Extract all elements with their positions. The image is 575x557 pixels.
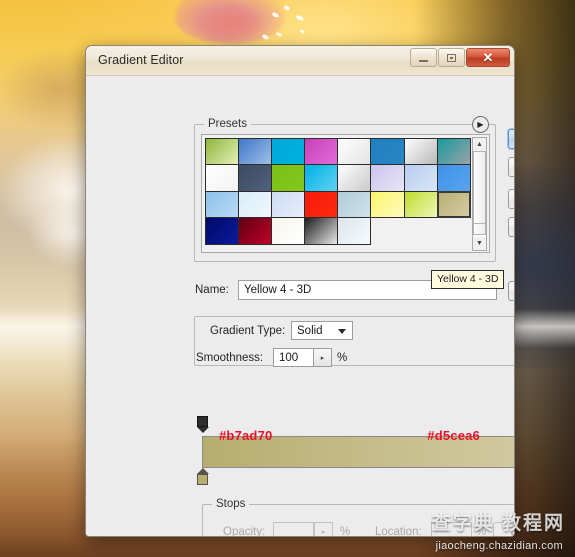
dialog-body: Presets ▶ ▲ ▼ Yellow 4 - 3D Name: Yellow… bbox=[86, 76, 514, 537]
preset-swatch-empty bbox=[437, 217, 471, 245]
presets-legend: Presets bbox=[204, 118, 251, 130]
right-hex-label: #d5cea6 bbox=[427, 428, 480, 443]
dialog-title: Gradient Editor bbox=[98, 53, 184, 67]
preset-swatch-silver-chrome[interactable] bbox=[403, 137, 438, 165]
preset-swatch-blue-solid[interactable] bbox=[370, 137, 405, 165]
presets-scrollbar[interactable]: ▲ ▼ bbox=[472, 137, 487, 251]
watermark-url: jiaocheng.chazidian.com bbox=[435, 540, 563, 552]
preset-swatch-pale-blue[interactable] bbox=[403, 164, 438, 192]
stops-legend: Stops bbox=[212, 498, 250, 510]
scrollbar-thumb-lower[interactable] bbox=[473, 223, 486, 235]
smoothness-input[interactable]: 100 bbox=[273, 348, 313, 367]
preset-swatch-empty bbox=[370, 217, 404, 245]
preset-swatch-crimson[interactable] bbox=[237, 217, 272, 245]
opacity-stepper: ▸ bbox=[314, 522, 333, 536]
preset-tooltip: Yellow 4 - 3D bbox=[431, 270, 505, 289]
preset-swatch-green-yellow[interactable] bbox=[204, 137, 239, 165]
save-button[interactable]: Save... bbox=[508, 217, 514, 237]
cancel-button[interactable]: Cancel bbox=[508, 157, 514, 177]
preset-swatch-navy-slate[interactable] bbox=[237, 164, 272, 192]
opacity-stop-tip-icon bbox=[196, 427, 209, 433]
screenshot-root: Gradient Editor ✕ Presets ▶ ▲ ▼ Yellow 4… bbox=[0, 0, 575, 557]
color-stop-left[interactable] bbox=[196, 468, 209, 485]
scroll-up-icon[interactable]: ▲ bbox=[473, 138, 486, 151]
dialog-title-bar[interactable]: Gradient Editor ✕ bbox=[86, 46, 514, 76]
presets-menu-icon[interactable]: ▶ bbox=[472, 116, 489, 133]
close-button[interactable]: ✕ bbox=[466, 48, 510, 67]
preset-swatch-navy-dark[interactable] bbox=[204, 217, 239, 245]
presets-well[interactable]: ▲ ▼ bbox=[201, 134, 490, 253]
opacity-unit: % bbox=[340, 526, 351, 537]
preset-swatch-light-blue-3[interactable] bbox=[270, 190, 306, 218]
gradient-type-select[interactable]: Solid bbox=[291, 321, 353, 340]
preset-swatch-white-silver[interactable] bbox=[337, 137, 372, 165]
preset-swatch-pale-teal[interactable] bbox=[337, 190, 372, 218]
preset-swatch-black-chrome[interactable] bbox=[304, 217, 339, 245]
preset-swatch-lavender[interactable] bbox=[370, 164, 405, 192]
window-controls: ✕ bbox=[410, 48, 510, 67]
gradient-type-label: Gradient Type: bbox=[210, 325, 286, 337]
minimize-button[interactable] bbox=[410, 48, 437, 67]
preset-swatch-pale-grey[interactable] bbox=[337, 217, 372, 245]
preset-swatch-teal-chrome[interactable] bbox=[436, 137, 471, 165]
preset-swatch-empty bbox=[404, 217, 438, 245]
new-button[interactable]: New bbox=[508, 281, 514, 301]
opacity-stop-left[interactable] bbox=[196, 416, 209, 433]
preset-swatch-blue-steel[interactable] bbox=[237, 137, 272, 165]
opacity-input bbox=[273, 522, 314, 536]
preset-swatch-yellow-4-3d[interactable] bbox=[436, 190, 471, 218]
presets-group: Presets ▶ ▲ ▼ bbox=[194, 116, 496, 262]
preset-swatch-white-steel[interactable] bbox=[337, 164, 372, 192]
close-icon: ✕ bbox=[482, 50, 494, 65]
preset-swatch-sky-cyan[interactable] bbox=[304, 164, 339, 192]
preset-swatch-ivory[interactable] bbox=[270, 217, 306, 245]
presets-swatch-grid[interactable] bbox=[203, 136, 471, 253]
preset-swatch-yellow-1[interactable] bbox=[370, 190, 405, 218]
watermark-chinese: 查字典 教程网 bbox=[431, 513, 565, 534]
opacity-location-label: Location: bbox=[375, 526, 422, 537]
smoothness-unit: % bbox=[337, 352, 348, 364]
left-hex-label: #b7ad70 bbox=[219, 428, 273, 443]
background-flower-core bbox=[196, 8, 266, 42]
smoothness-label: Smoothness: bbox=[196, 352, 264, 364]
preset-swatch-yellow-green[interactable] bbox=[403, 190, 438, 218]
preset-swatch-apple-green[interactable] bbox=[270, 164, 306, 192]
preset-swatch-red[interactable] bbox=[304, 190, 339, 218]
preset-swatch-bright-blue[interactable] bbox=[436, 164, 471, 192]
smoothness-stepper[interactable]: ▸ bbox=[313, 348, 332, 367]
opacity-label: Opacity: bbox=[223, 526, 266, 537]
load-button[interactable]: Load... bbox=[508, 189, 514, 209]
chevron-down-icon bbox=[338, 329, 346, 334]
maximize-icon bbox=[447, 53, 456, 62]
opacity-stop-head-icon bbox=[197, 416, 208, 427]
preset-swatch-light-blue-2[interactable] bbox=[237, 190, 272, 218]
preset-swatch-light-blue-1[interactable] bbox=[204, 190, 239, 218]
minimize-icon bbox=[419, 59, 428, 62]
preset-swatch-magenta[interactable] bbox=[304, 137, 339, 165]
name-label: Name: bbox=[195, 284, 229, 296]
scroll-down-icon[interactable]: ▼ bbox=[473, 237, 486, 250]
scrollbar-track[interactable] bbox=[473, 151, 486, 237]
gradient-type-value: Solid bbox=[297, 324, 323, 337]
maximize-button[interactable] bbox=[438, 48, 465, 67]
gradient-editor-dialog: Gradient Editor ✕ Presets ▶ ▲ ▼ Yellow 4… bbox=[85, 45, 515, 537]
ok-button[interactable]: OK bbox=[508, 129, 514, 149]
preset-swatch-white-fade[interactable] bbox=[204, 164, 239, 192]
color-stop-head-icon bbox=[197, 474, 208, 485]
preset-swatch-cyan-blue[interactable] bbox=[270, 137, 306, 165]
